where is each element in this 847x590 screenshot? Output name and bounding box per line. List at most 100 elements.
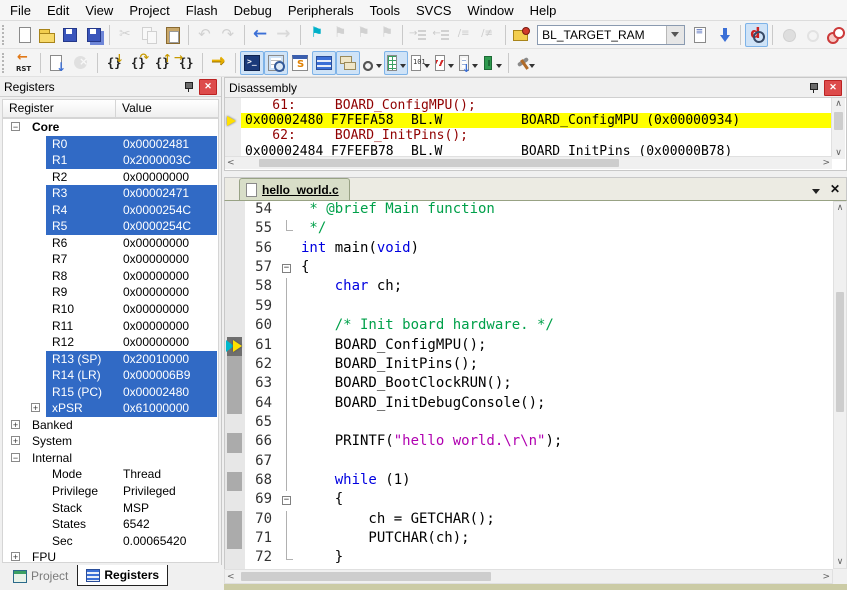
column-header-value[interactable]: Value <box>116 99 219 118</box>
register-row-r6[interactable]: R60x00000000 <box>3 235 218 252</box>
command-window-button[interactable] <box>240 51 264 75</box>
fold-collapse-icon[interactable]: − <box>282 264 291 273</box>
scrollbar-thumb[interactable] <box>259 159 619 167</box>
menu-item-edit[interactable]: Edit <box>39 1 77 20</box>
bp-kill-button[interactable] <box>824 23 847 47</box>
open-folder-button[interactable] <box>35 23 58 47</box>
close-icon[interactable]: ✕ <box>824 80 842 96</box>
scroll-down-icon[interactable]: ∨ <box>832 147 845 159</box>
scroll-up-icon[interactable]: ∧ <box>832 98 845 110</box>
code-line-68[interactable]: 68 while (1) <box>225 472 846 491</box>
memory-window-button[interactable] <box>384 51 408 75</box>
register-row-r3[interactable]: R30x00002471 <box>3 185 218 202</box>
column-header-register[interactable]: Register <box>2 99 116 118</box>
register-row-stack[interactable]: StackMSP <box>3 500 218 517</box>
watch-window-button[interactable] <box>360 51 384 75</box>
expand-icon[interactable]: + <box>31 403 40 412</box>
step-out-button[interactable] <box>150 51 174 75</box>
code-line-67[interactable]: 67 <box>225 453 846 472</box>
menu-item-window[interactable]: Window <box>459 1 521 20</box>
expand-icon[interactable]: + <box>11 420 20 429</box>
toolbar-grip[interactable] <box>2 25 9 45</box>
code-line-60[interactable]: 60 /* Init board hardware. */ <box>225 317 846 336</box>
menu-item-help[interactable]: Help <box>522 1 565 20</box>
register-row-r1[interactable]: R10x2000003C <box>3 152 218 169</box>
register-row-r11[interactable]: R110x00000000 <box>3 318 218 335</box>
menu-item-debug[interactable]: Debug <box>226 1 280 20</box>
options-target-button[interactable] <box>689 23 712 47</box>
register-row-fpu[interactable]: +FPU <box>3 549 218 563</box>
register-row-r7[interactable]: R70x00000000 <box>3 251 218 268</box>
disassembly-line[interactable]: 61: BOARD_ConfigMPU(); <box>225 98 832 113</box>
register-row-core[interactable]: −Core <box>3 119 218 136</box>
register-row-r13-sp-[interactable]: R13 (SP)0x20010000 <box>3 351 218 368</box>
run-button[interactable] <box>45 51 69 75</box>
sysviewer-window-button[interactable] <box>480 51 504 75</box>
target-select-dropdown-button[interactable] <box>666 26 684 44</box>
disassembly-horizontal-scrollbar[interactable]: < > <box>225 156 832 169</box>
register-row-r10[interactable]: R100x00000000 <box>3 301 218 318</box>
save-button[interactable] <box>59 23 82 47</box>
register-row-r4[interactable]: R40x0000254C <box>3 202 218 219</box>
disassembly-line[interactable]: 62: BOARD_InitPins(); <box>225 128 832 143</box>
code-line-56[interactable]: 56int main(void) <box>225 240 846 259</box>
back-button[interactable] <box>249 23 272 47</box>
pin-icon[interactable] <box>183 81 194 93</box>
pin-icon[interactable] <box>808 82 819 94</box>
code-line-55[interactable]: 55 */ <box>225 220 846 239</box>
debug-button[interactable] <box>745 23 768 47</box>
expand-icon[interactable]: + <box>11 552 20 561</box>
disassembly-vertical-scrollbar[interactable]: ∧ ∨ <box>831 98 845 159</box>
scroll-right-icon[interactable]: > <box>822 571 830 583</box>
save-all-button[interactable] <box>82 23 105 47</box>
code-line-72[interactable]: 72 } <box>225 549 846 568</box>
code-line-59[interactable]: 59 <box>225 298 846 317</box>
analyzer-window-button[interactable] <box>432 51 456 75</box>
editor-horizontal-scrollbar[interactable]: < > <box>224 569 833 584</box>
dock-tab-project[interactable]: Project <box>4 565 77 587</box>
register-row-r12[interactable]: R120x00000000 <box>3 334 218 351</box>
code-line-61[interactable]: 61 BOARD_ConfigMPU(); <box>225 337 846 356</box>
target-folder-button[interactable] <box>510 23 533 47</box>
register-row-privilege[interactable]: PrivilegePrivileged <box>3 483 218 500</box>
code-line-66[interactable]: 66 PRINTF("hello world.\r\n"); <box>225 433 846 452</box>
serial-window-button[interactable] <box>408 51 432 75</box>
run-to-cursor-button[interactable] <box>174 51 198 75</box>
expand-icon[interactable]: + <box>11 436 20 445</box>
scroll-up-icon[interactable]: ∧ <box>834 202 846 214</box>
menu-item-flash[interactable]: Flash <box>178 1 226 20</box>
register-row-states[interactable]: States6542 <box>3 516 218 533</box>
register-row-r5[interactable]: R50x0000254C <box>3 218 218 235</box>
menu-item-project[interactable]: Project <box>121 1 177 20</box>
toolbox-button[interactable] <box>513 51 537 75</box>
register-row-internal[interactable]: −Internal <box>3 450 218 467</box>
code-line-57[interactable]: 57−{ <box>225 259 846 278</box>
register-row-r15-pc-[interactable]: R15 (PC)0x00002480 <box>3 384 218 401</box>
register-row-banked[interactable]: +Banked <box>3 417 218 434</box>
register-row-system[interactable]: +System <box>3 433 218 450</box>
scrollbar-thumb[interactable] <box>834 112 843 130</box>
collapse-icon[interactable]: − <box>11 122 20 131</box>
register-row-r2[interactable]: R20x00000000 <box>3 169 218 186</box>
menu-item-peripherals[interactable]: Peripherals <box>280 1 362 20</box>
register-row-r0[interactable]: R00x00002481 <box>3 136 218 153</box>
disassembly-line[interactable]: 0x00002480F7FEFA58BL.WBOARD_ConfigMPU (0… <box>225 113 832 128</box>
trace-window-button[interactable] <box>456 51 480 75</box>
editor-vertical-scrollbar[interactable]: ∧ ∨ <box>833 201 847 569</box>
fold-collapse-icon[interactable]: − <box>282 496 291 505</box>
register-row-r8[interactable]: R80x00000000 <box>3 268 218 285</box>
code-line-71[interactable]: 71 PUTCHAR(ch); <box>225 530 846 549</box>
code-line-64[interactable]: 64 BOARD_InitDebugConsole(); <box>225 395 846 414</box>
reset-button[interactable] <box>12 51 36 75</box>
next-statement-button[interactable] <box>207 51 231 75</box>
code-line-65[interactable]: 65 <box>225 414 846 433</box>
target-select[interactable]: BL_TARGET_RAM <box>537 25 685 45</box>
register-row-r14-lr-[interactable]: R14 (LR)0x000006B9 <box>3 367 218 384</box>
menu-item-tools[interactable]: Tools <box>362 1 408 20</box>
register-row-sec[interactable]: Sec0.00065420 <box>3 533 218 550</box>
code-line-70[interactable]: 70 ch = GETCHAR(); <box>225 511 846 530</box>
registers-window-button[interactable] <box>312 51 336 75</box>
scroll-right-icon[interactable]: > <box>822 157 830 169</box>
toolbar-grip[interactable] <box>2 53 9 73</box>
code-line-58[interactable]: 58 char ch; <box>225 278 846 297</box>
